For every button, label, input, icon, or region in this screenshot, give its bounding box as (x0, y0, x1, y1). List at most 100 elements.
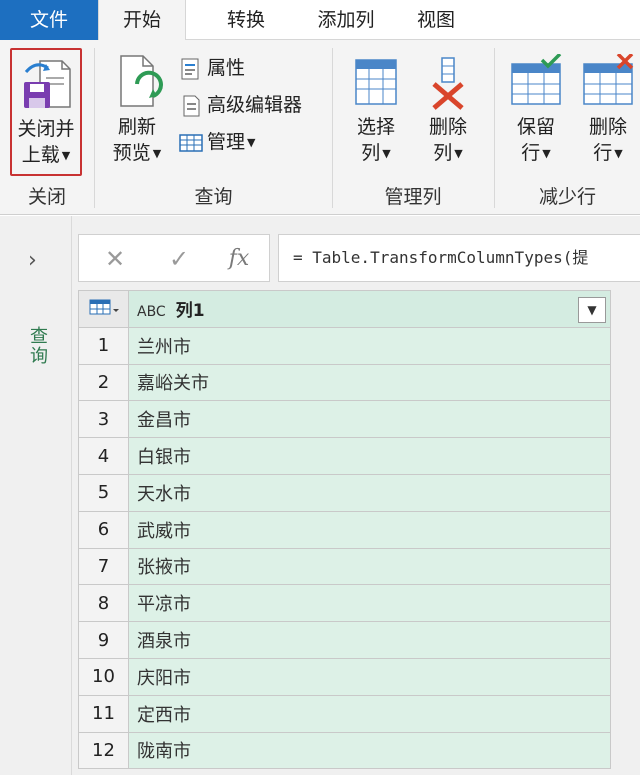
table-cell[interactable]: 武威市 (128, 510, 611, 549)
row-number[interactable]: 1 (78, 326, 129, 365)
row-number[interactable]: 7 (78, 547, 129, 586)
table-row[interactable]: 12 陇南市 (78, 731, 611, 770)
fx-icon[interactable]: fx (219, 241, 259, 277)
tab-home[interactable]: 开始 (98, 0, 186, 41)
keep-rows-label-1: 保留 (516, 116, 555, 138)
choose-columns-button[interactable]: 选择 列 ▼ (343, 54, 409, 167)
table-row[interactable]: 7 张掖市 (78, 547, 611, 586)
keep-rows-button[interactable]: 保留 行 ▼ (503, 54, 569, 167)
tab-view[interactable]: 视图 (396, 0, 476, 40)
formula-input[interactable]: = Table.TransformColumnTypes(提 (278, 234, 640, 282)
keep-rows-icon (511, 54, 562, 105)
formula-buttons: ✕ ✓ fx (78, 234, 270, 282)
remove-columns-label-2: 列 ▼ (433, 142, 463, 164)
chevron-down-icon: ▼ (152, 146, 162, 160)
row-number[interactable]: 4 (78, 437, 129, 475)
table-cell[interactable]: 酒泉市 (128, 621, 611, 659)
close-group-label: 关闭 (27, 186, 66, 208)
table-row[interactable]: 6 武威市 (78, 510, 611, 549)
table-icon (89, 299, 119, 315)
data-grid: ABC 列1 ▼ 1 兰州市 2 嘉峪关市 3 金昌市 4 白银市 5 天水市 6 武威市 7 张掖市 8 平凉… (78, 290, 611, 770)
chevron-down-icon: ▼ (61, 148, 71, 162)
table-cell[interactable]: 嘉峪关市 (128, 363, 611, 402)
ribbon: 关闭并 上载 ▼ 关闭 刷新 预览 ▼ 属性 高级编辑器 管理 ▼ 查询 选择 … (0, 40, 640, 215)
data-grid-area: ABC 列1 ▼ 1 兰州市 2 嘉峪关市 3 金昌市 4 白银市 5 天水市 6 武威市 7 张掖市 8 平凉… (72, 290, 640, 775)
refresh-label-2: 预览 ▼ (112, 142, 162, 164)
queries-pane-label[interactable]: 查询 (24, 326, 50, 366)
chevron-down-icon: ▼ (454, 146, 463, 160)
query-group-label: 查询 (194, 186, 233, 208)
properties-icon (181, 58, 199, 79)
filter-dropdown-icon[interactable]: ▼ (578, 297, 606, 323)
table-menu-icon[interactable] (78, 290, 129, 328)
manage-label: 管理 (207, 131, 246, 153)
close-and-load-button[interactable]: 关闭并 上载 ▼ (10, 48, 82, 176)
tab-add-column[interactable]: 添加列 (296, 0, 396, 40)
row-number[interactable]: 10 (78, 657, 129, 696)
table-cell[interactable]: 张掖市 (128, 547, 611, 586)
table-row[interactable]: 3 金昌市 (78, 400, 611, 439)
table-row[interactable]: 9 酒泉市 (78, 621, 611, 659)
refresh-label-1: 刷新 (117, 116, 156, 138)
table-row[interactable]: 5 天水市 (78, 473, 611, 512)
row-number[interactable]: 6 (78, 510, 129, 549)
close-and-load-label-2: 上载 ▼ (21, 144, 71, 166)
table-cell[interactable]: 平凉市 (128, 584, 611, 623)
table-cell[interactable]: 陇南市 (128, 731, 611, 770)
choose-columns-icon (355, 59, 397, 105)
confirm-formula-icon[interactable]: ✓ (159, 241, 199, 277)
table-cell[interactable]: 天水市 (128, 473, 611, 512)
text-type-icon[interactable]: ABC (137, 304, 166, 320)
remove-columns-button[interactable]: 删除 列 ▼ (415, 54, 481, 167)
table-row[interactable]: 11 定西市 (78, 694, 611, 733)
chevron-down-icon: ▼ (614, 146, 623, 160)
table-cell[interactable]: 白银市 (128, 437, 611, 475)
row-number[interactable]: 2 (78, 363, 129, 402)
table-row[interactable]: 1 兰州市 (78, 326, 611, 365)
chevron-down-icon: ▼ (247, 135, 256, 149)
remove-rows-button[interactable]: 删除 行 ▼ (575, 54, 640, 167)
keep-rows-label-2: 行 ▼ (521, 142, 551, 164)
advanced-editor-label: 高级编辑器 (207, 94, 303, 116)
advanced-editor-button[interactable]: 高级编辑器 (179, 89, 302, 121)
remove-rows-label-2: 行 ▼ (593, 142, 623, 164)
query-group: 刷新 预览 ▼ 属性 高级编辑器 管理 ▼ 查询 (95, 40, 332, 215)
table-cell[interactable]: 兰州市 (128, 326, 611, 365)
row-number[interactable]: 8 (78, 584, 129, 623)
refresh-preview-button[interactable]: 刷新 预览 ▼ (103, 54, 171, 167)
table-row[interactable]: 10 庆阳市 (78, 657, 611, 696)
close-and-load-label-1: 关闭并 (17, 118, 75, 140)
row-number[interactable]: 9 (78, 621, 129, 659)
table-row[interactable]: 8 平凉市 (78, 584, 611, 623)
cancel-formula-icon[interactable]: ✕ (95, 241, 135, 277)
choose-columns-label-1: 选择 (356, 116, 395, 138)
table-cell[interactable]: 金昌市 (128, 400, 611, 439)
manage-columns-group: 选择 列 ▼ 删除 列 ▼ 管理列 (333, 40, 493, 215)
remove-rows-label-1: 删除 (588, 116, 627, 138)
row-number[interactable]: 3 (78, 400, 129, 439)
table-cell[interactable]: 庆阳市 (128, 657, 611, 696)
remove-rows-icon (583, 54, 634, 105)
close-group: 关闭并 上载 ▼ 关闭 (0, 40, 94, 215)
reduce-rows-group: 保留 行 ▼ 删除 行 ▼ 减少行 (495, 40, 640, 215)
chevron-down-icon: ▼ (542, 146, 551, 160)
table-row[interactable]: 2 嘉峪关市 (78, 363, 611, 402)
properties-label: 属性 (207, 57, 246, 79)
refresh-icon (120, 55, 163, 107)
row-number[interactable]: 5 (78, 473, 129, 512)
expand-chevron-icon[interactable]: › (28, 248, 37, 273)
manage-button[interactable]: 管理 ▼ (179, 126, 255, 158)
column-header-label: 列1 (175, 301, 205, 322)
tab-file[interactable]: 文件 (0, 0, 98, 40)
table-row[interactable]: 4 白银市 (78, 437, 611, 475)
chevron-down-icon: ▼ (382, 146, 391, 160)
row-number[interactable]: 12 (78, 731, 129, 770)
close-load-icon (24, 60, 71, 108)
properties-button[interactable]: 属性 (179, 52, 245, 84)
ribbon-tab-bar: 文件 开始 转换 添加列 视图 (0, 0, 640, 41)
row-number[interactable]: 11 (78, 694, 129, 733)
tab-transform[interactable]: 转换 (196, 0, 296, 40)
table-cell[interactable]: 定西市 (128, 694, 611, 733)
manage-columns-group-label: 管理列 (384, 186, 442, 208)
column-header[interactable]: ABC 列1 ▼ (128, 290, 611, 328)
